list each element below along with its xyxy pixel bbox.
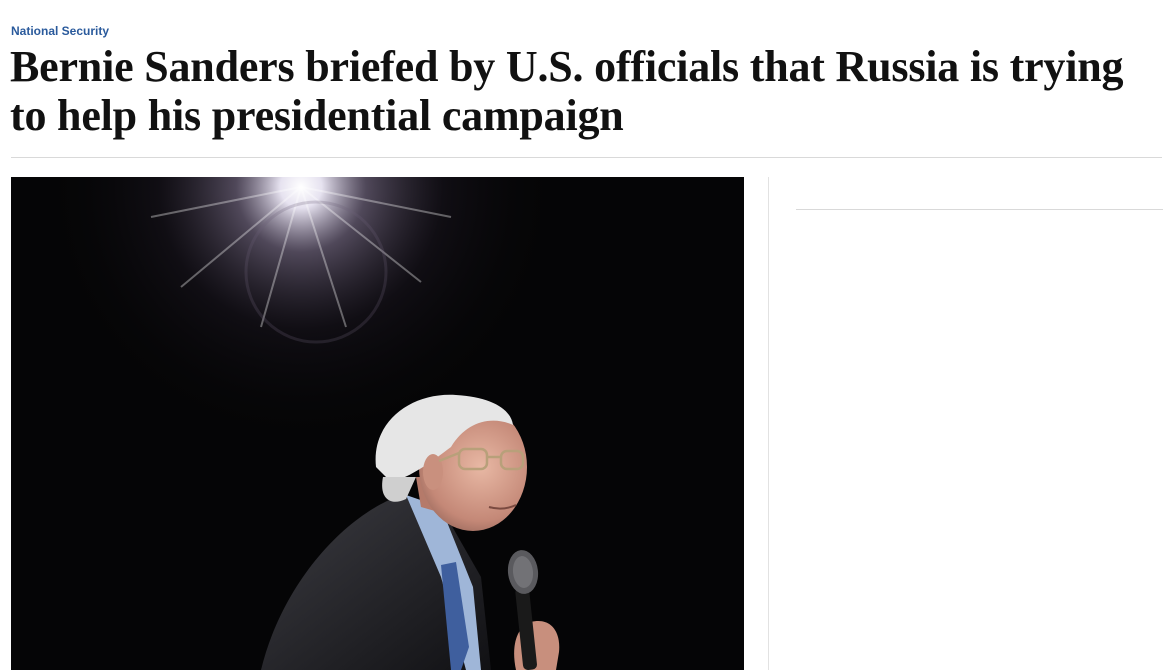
headline-divider: [11, 157, 1162, 158]
sidebar-rule: [796, 209, 1163, 210]
column-divider: [768, 177, 769, 670]
section-link[interactable]: National Security: [11, 23, 109, 39]
lead-photo[interactable]: [11, 177, 744, 670]
article-page: National Security Bernie Sanders briefed…: [0, 0, 1174, 670]
article-headline: Bernie Sanders briefed by U.S. officials…: [10, 42, 1124, 140]
lead-photo-illustration: [11, 177, 744, 670]
